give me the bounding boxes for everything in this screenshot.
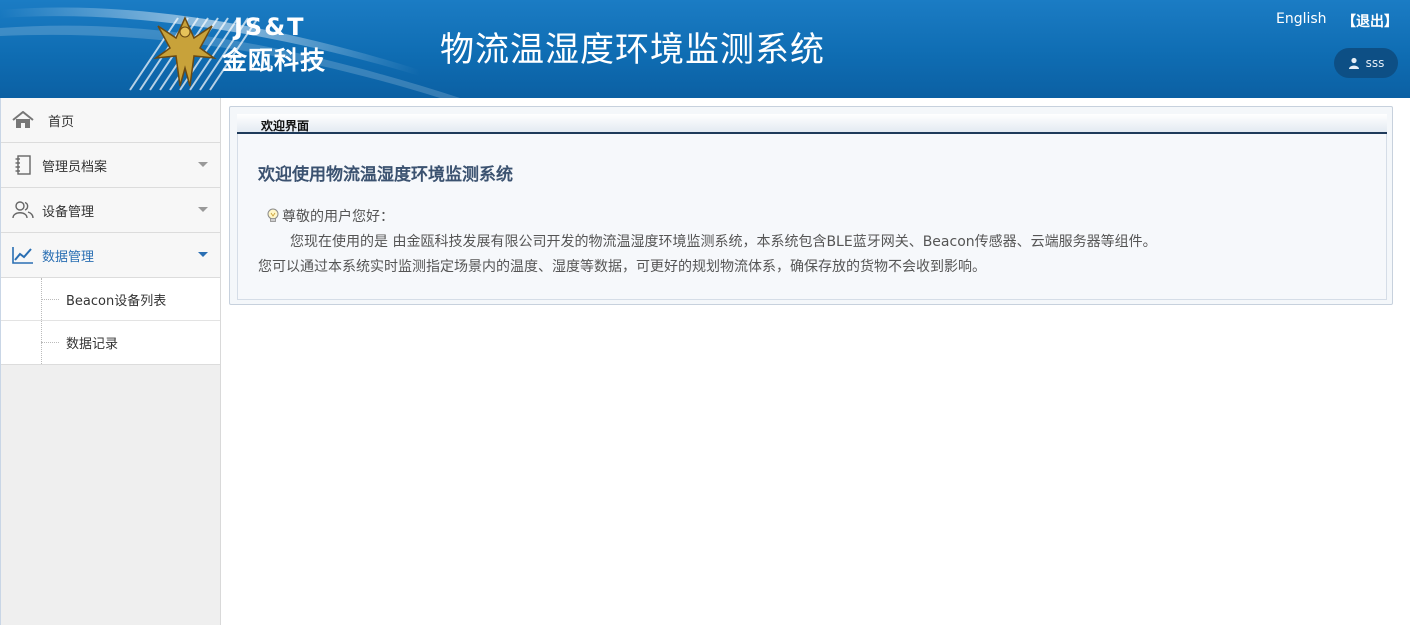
intro-paragraph-1: 您现在使用的是 由金瓯科技发展有限公司开发的物流温湿度环境监测系统，本系统包含B… xyxy=(290,234,1157,250)
home-icon xyxy=(12,109,34,131)
sidebar-menu: 首页 管理员档案 设备管理 数据管理 xyxy=(1,98,220,278)
tab-welcome[interactable]: 欢迎界面 xyxy=(261,117,309,134)
intro-paragraph-2: 您可以通过本系统实时监测指定场景内的温度、湿度等数据，可更好的规划物流体系，确保… xyxy=(258,259,986,275)
submenu-item-data-records[interactable]: 数据记录 xyxy=(1,321,220,364)
chevron-down-icon xyxy=(198,207,208,212)
panel-body: 欢迎使用物流温湿度环境监测系统 尊敬的用户您好： 您现在使用的是 由金瓯科技发展… xyxy=(237,134,1387,300)
line-chart-icon xyxy=(12,244,34,266)
sidebar-item-label: 数据管理 xyxy=(42,249,95,265)
submenu-item-label: 数据记录 xyxy=(66,337,119,352)
data-management-submenu: Beacon设备列表 数据记录 xyxy=(1,278,220,365)
user-icon xyxy=(1348,57,1359,69)
tree-line xyxy=(41,299,59,300)
sidebar-item-admin-profile[interactable]: 管理员档案 xyxy=(1,143,220,188)
sidebar-item-data-management[interactable]: 数据管理 xyxy=(1,233,220,278)
sidebar: 首页 管理员档案 设备管理 数据管理 Beacon设备列表 数据记录 xyxy=(0,98,221,625)
panel-header: 欢迎界面 xyxy=(237,114,1387,134)
greeting-text: 尊敬的用户您好： xyxy=(282,209,394,225)
username-label: sss xyxy=(1365,56,1385,70)
submenu-item-label: Beacon设备列表 xyxy=(66,293,167,309)
logo-text-bottom: 金瓯科技 xyxy=(222,46,327,75)
chevron-down-icon xyxy=(198,252,208,257)
lightbulb-icon xyxy=(267,208,279,222)
sidebar-item-label: 管理员档案 xyxy=(42,159,108,175)
logo-emblem-icon xyxy=(153,16,217,87)
chevron-down-icon xyxy=(198,162,208,167)
top-header: JS&T 金瓯科技 物流温湿度环境监测系统 English 【退出】 sss xyxy=(0,0,1410,98)
welcome-title: 欢迎使用物流温湿度环境监测系统 xyxy=(258,165,513,185)
users-icon xyxy=(12,199,34,221)
greeting-line: 尊敬的用户您好： xyxy=(266,206,394,226)
english-language-link[interactable]: English xyxy=(1276,11,1327,27)
welcome-panel: 欢迎界面 欢迎使用物流温湿度环境监测系统 尊敬的用户您好： 您现在使用的是 由金… xyxy=(229,106,1393,305)
logo-text-top: JS&T xyxy=(234,13,306,41)
logout-link[interactable]: 【退出】 xyxy=(1342,11,1398,31)
submenu-item-beacon-device-list[interactable]: Beacon设备列表 xyxy=(1,278,220,321)
system-title: 物流温湿度环境监测系统 xyxy=(440,30,825,70)
sidebar-item-device-management[interactable]: 设备管理 xyxy=(1,188,220,233)
tree-line xyxy=(41,342,59,343)
user-badge[interactable]: sss xyxy=(1334,48,1398,78)
sidebar-item-label: 设备管理 xyxy=(42,204,95,220)
notebook-icon xyxy=(12,154,34,176)
sidebar-item-label: 首页 xyxy=(48,114,75,130)
sidebar-item-home[interactable]: 首页 xyxy=(1,98,220,143)
